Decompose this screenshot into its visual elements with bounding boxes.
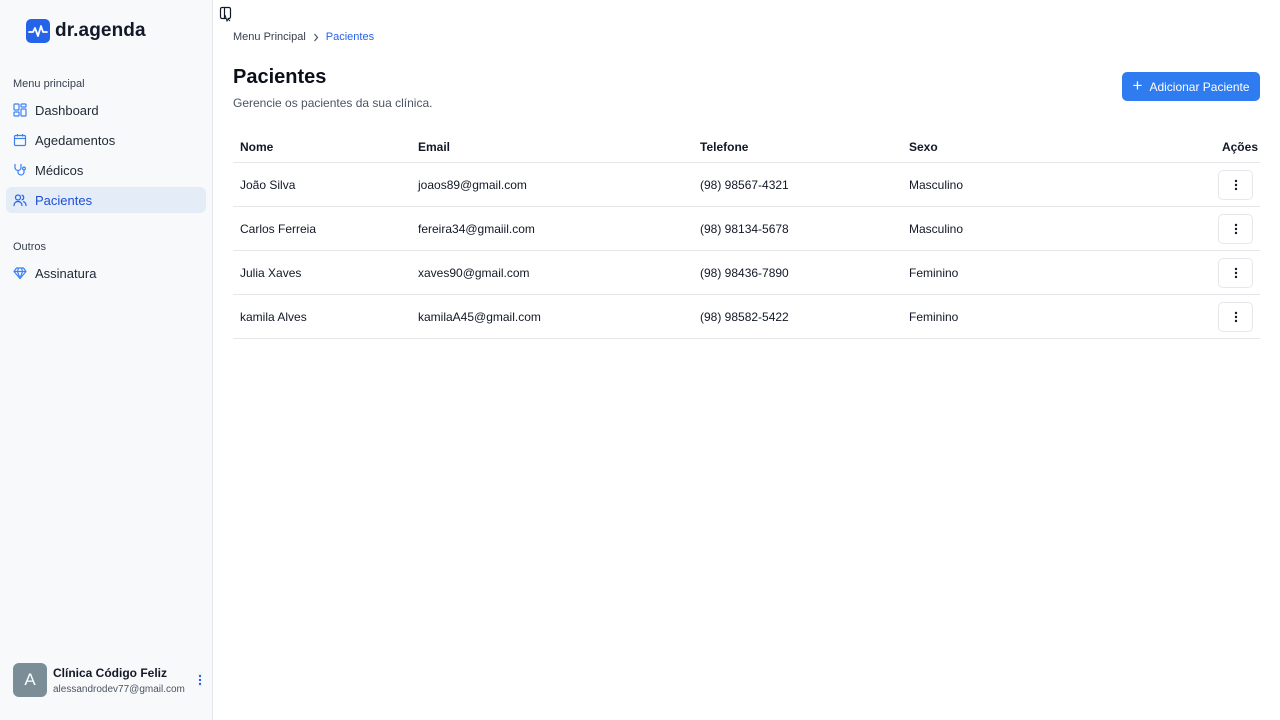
cell-name: João Silva [240,177,296,192]
cell-email: kamilaA45@gmail.com [418,309,541,324]
sidebar-item-dashboard[interactable]: Dashboard [6,97,206,123]
row-actions-button[interactable] [1218,302,1253,332]
cell-name: Julia Xaves [240,265,302,280]
sidebar-item-label: Agedamentos [35,132,116,148]
sidebar-item-label: Dashboard [35,102,99,118]
clinic-name: Clínica Código Feliz [53,665,168,680]
row-actions-button[interactable] [1218,170,1253,200]
cell-name: Carlos Ferreia [240,221,317,236]
other-group-label: Outros [13,241,47,253]
sidebar-item-medicos[interactable]: Médicos [6,157,206,183]
sidebar-item-agendamentos[interactable]: Agedamentos [6,127,206,153]
more-vertical-icon [1234,179,1237,191]
patients-table: Nome Email Telefone Sexo Ações João Silv… [233,130,1260,339]
header-phone: Telefone [700,140,749,154]
app-logo[interactable]: dr.agenda [26,19,146,43]
plus-icon: + [1132,76,1143,95]
cell-sex: Masculino [909,177,964,192]
table-row: Julia Xaves xaves90@gmail.com (98) 98436… [233,251,1260,295]
menu-group-label: Menu principal [13,78,85,90]
sidebar-item-label: Médicos [35,162,84,178]
gem-icon [13,267,27,280]
cell-phone: (98) 98436-7890 [700,265,789,280]
sidebar-toggle-icon[interactable] [219,6,233,23]
table-row: kamila Alves kamilaA45@gmail.com (98) 98… [233,295,1260,339]
add-patient-label: Adicionar Paciente [1149,79,1250,94]
cell-sex: Feminino [909,309,959,324]
header-email: Email [418,140,451,154]
cell-email: fereira34@gmaiil.com [418,221,535,236]
header-name: Nome [240,140,274,154]
sidebar-item-label: Assinatura [35,265,97,281]
more-vertical-icon [1234,267,1237,279]
sidebar: dr.agenda Menu principal Dashboard Ageda… [0,0,213,720]
table-header: Nome Email Telefone Sexo Ações [233,130,1260,163]
user-profile[interactable]: A Clínica Código Feliz alessandrodev77@g… [13,663,208,697]
cell-name: kamila Alves [240,309,307,324]
breadcrumb-root[interactable]: Menu Principal [233,31,306,43]
page-title: Pacientes [233,66,327,88]
more-vertical-icon [1234,311,1237,323]
cell-sex: Masculino [909,221,964,236]
app-name: dr.agenda [55,20,146,41]
sidebar-item-assinatura[interactable]: Assinatura [6,260,206,286]
row-actions-button[interactable] [1218,258,1253,288]
sidebar-item-pacientes[interactable]: Pacientes [6,187,206,213]
cell-sex: Feminino [909,265,959,280]
more-vertical-icon [1234,223,1237,235]
breadcrumb: Menu Principal Pacientes [233,31,374,43]
cell-phone: (98) 98582-5422 [700,309,789,324]
sidebar-item-label: Pacientes [35,192,93,208]
cell-email: xaves90@gmail.com [418,265,530,280]
calendar-icon [13,134,27,147]
chevron-right-icon [313,33,319,41]
cell-phone: (98) 98567-4321 [700,177,789,192]
stethoscope-icon [14,163,27,176]
layout-dashboard-icon [13,103,27,117]
user-email: alessandrodev77@gmail.com [53,683,185,695]
more-vertical-icon[interactable] [194,671,206,689]
heartbeat-icon [26,19,50,43]
header-sex: Sexo [909,140,938,154]
page-subtitle: Gerencie os pacientes da sua clínica. [233,96,433,110]
breadcrumb-current[interactable]: Pacientes [326,31,374,43]
cell-phone: (98) 98134-5678 [700,221,789,236]
cell-email: joaos89@gmail.com [418,177,527,192]
table-row: João Silva joaos89@gmail.com (98) 98567-… [233,163,1260,207]
users-icon [13,194,27,207]
avatar: A [13,663,47,697]
header-actions: Ações [1221,140,1258,154]
add-patient-button[interactable]: + Adicionar Paciente [1122,72,1260,101]
row-actions-button[interactable] [1218,214,1253,244]
table-row: Carlos Ferreia fereira34@gmaiil.com (98)… [233,207,1260,251]
